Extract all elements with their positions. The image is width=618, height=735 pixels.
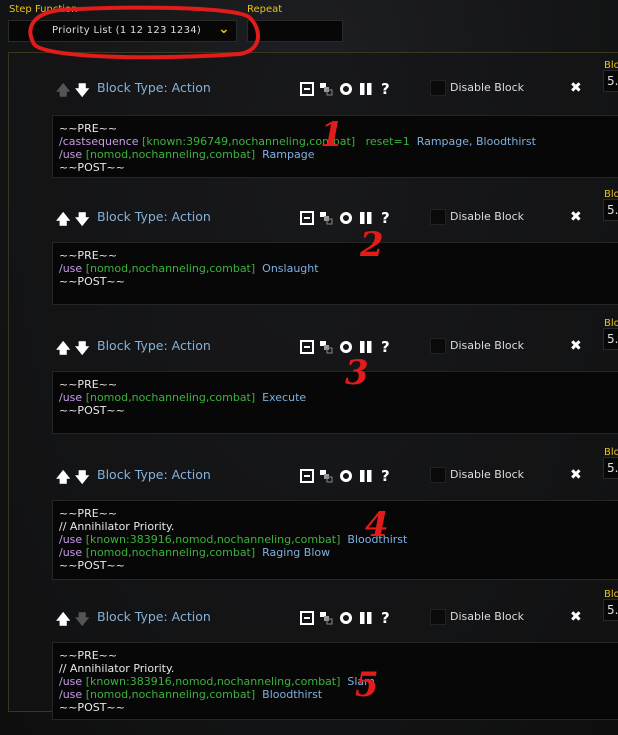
- annotation-overlay: [28, 5, 260, 60]
- annotation-circle: [28, 5, 260, 60]
